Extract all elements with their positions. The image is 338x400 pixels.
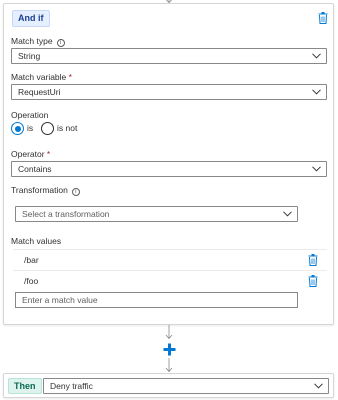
condition-card: And if Match type i String Match variable… [3,3,334,325]
chevron-down-icon [314,383,323,389]
action-value: Deny traffic [50,381,93,391]
info-icon[interactable]: i [71,188,80,196]
match-values-label: Match values [11,236,62,246]
operator-value: Contains [18,164,52,174]
match-type-dropdown[interactable]: String [11,48,327,64]
arrow-down-icon [165,325,173,340]
match-variable-dropdown[interactable]: RequestUri [11,84,327,100]
trash-icon[interactable] [318,12,328,24]
operator-dropdown[interactable]: Contains [11,161,327,177]
radio-is-label: is [27,123,34,133]
match-type-label: Match type i [11,36,65,47]
match-variable-label: Match variable * [11,72,72,82]
chevron-down-icon [312,166,321,172]
trash-icon[interactable] [308,275,318,287]
match-type-value: String [18,51,41,61]
chevron-down-icon [312,53,321,59]
radio-is-not-label: is not [57,123,78,133]
and-if-tag: And if [12,10,50,27]
radio-is-not[interactable] [41,122,54,135]
radio-is[interactable] [11,122,24,135]
plus-icon[interactable] [163,343,176,356]
match-value-text: /foo [24,276,39,286]
match-value-text: /bar [24,255,39,265]
transformation-placeholder: Select a transformation [22,209,110,219]
chevron-down-icon [283,211,292,217]
action-dropdown[interactable]: Deny traffic [43,378,329,394]
match-value-placeholder: Enter a match value [22,295,98,305]
match-variable-value: RequestUri [18,87,61,97]
match-value-input[interactable]: Enter a match value [15,292,298,308]
match-value-row: /bar [13,249,327,270]
operation-label: Operation [11,110,49,120]
action-card: Then Deny traffic [3,373,334,398]
operator-label: Operator * [11,149,51,159]
chevron-down-icon [312,89,321,95]
info-icon[interactable]: i [56,39,65,47]
transformation-dropdown[interactable]: Select a transformation [15,206,298,222]
transformation-label: Transformation i [11,185,80,196]
trash-icon[interactable] [308,254,318,266]
match-value-row: /foo [13,270,327,291]
then-tag: Then [8,378,42,394]
